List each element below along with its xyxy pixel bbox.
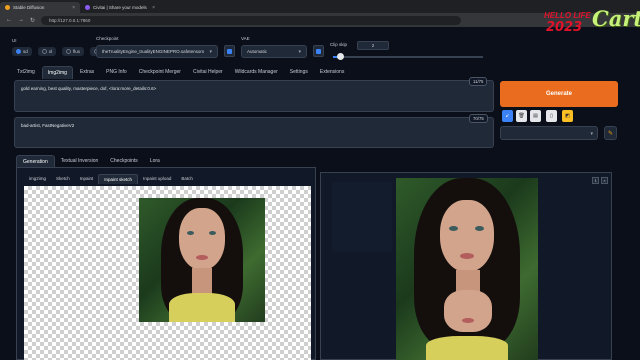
url-field[interactable]: http://127.0.0.1:7860	[41, 15, 462, 25]
chevron-down-icon: ▾	[298, 48, 301, 55]
styles-select[interactable]: ▾	[500, 126, 598, 140]
imgtab-batch[interactable]: Batch	[176, 174, 198, 184]
clipboard-icon[interactable]: ▤	[530, 110, 541, 122]
vae-label: VAE	[241, 36, 250, 41]
face-shape	[179, 208, 225, 270]
lip-shape	[196, 255, 208, 260]
browser-tab-label: Civitai | Share your models	[93, 5, 147, 10]
inpaint-sketch-canvas[interactable]	[24, 186, 311, 360]
close-icon[interactable]: ×	[601, 177, 608, 184]
eye-shape	[475, 226, 484, 231]
vae-select[interactable]: Automatic ▾	[241, 45, 307, 58]
tab-settings[interactable]: Settings	[285, 66, 313, 79]
close-icon[interactable]: ×	[72, 5, 75, 11]
lip-shape	[462, 318, 474, 323]
refresh-vae-button[interactable]	[313, 45, 324, 57]
back-icon[interactable]: ←	[6, 17, 12, 23]
main-tab-bar: Txt2img Img2img Extras PNG Info Checkpoint M…	[12, 66, 349, 79]
tab-extensions[interactable]: Extensions	[315, 66, 349, 79]
gallery-thumbnail[interactable]	[332, 182, 392, 252]
imgtab-sketch[interactable]: Sketch	[51, 174, 75, 184]
lip-shape	[460, 253, 474, 259]
shirt-shape	[426, 336, 508, 360]
app-favicon-icon	[5, 5, 10, 10]
negative-prompt-textarea[interactable]: bad-artist, FastNegativeV2	[14, 117, 494, 148]
neck-shape	[192, 268, 212, 294]
chevron-down-icon: ▾	[590, 131, 593, 137]
logo-year: 2023	[546, 20, 583, 35]
imgtab-inpaint-upload[interactable]: Inpaint upload	[138, 174, 176, 184]
radio-dot-icon	[41, 49, 47, 54]
prompt-textarea[interactable]: gold earning, best quality, masterpiece,…	[14, 80, 494, 112]
trash-icon[interactable]: 🗑	[516, 110, 527, 122]
source-image	[139, 198, 265, 322]
logo-line1: HELLO LIFE	[544, 11, 591, 20]
output-image[interactable]	[396, 178, 538, 360]
refresh-icon	[227, 48, 232, 54]
eye-shape	[187, 231, 194, 235]
checkpoint-select[interactable]: theTrualityEngine_trualityENGINEPRO.safe…	[96, 45, 218, 58]
slider-knob[interactable]	[337, 53, 344, 60]
radio-dot-icon	[16, 49, 21, 54]
img-mode-tab-bar: img2img Sketch Inpaint Inpaint sketch Inpain…	[24, 174, 198, 184]
extra-networks-icon[interactable]: ◩	[562, 110, 573, 122]
tab-png-info[interactable]: PNG Info	[101, 66, 132, 79]
tab-img2img[interactable]: Img2img	[41, 66, 73, 79]
browser-tab-civitai[interactable]: Civitai | Share your models ×	[80, 2, 160, 13]
radio-label: sd	[23, 49, 28, 54]
neck-shape	[456, 270, 480, 292]
download-icon[interactable]: ⇩	[592, 177, 599, 184]
clip-skip-input[interactable]: 2	[357, 41, 389, 50]
ui-option-sd[interactable]: sd	[12, 47, 32, 56]
civitai-favicon-icon	[85, 5, 90, 10]
tab-civitai-helper[interactable]: Civitai Helper	[188, 66, 228, 79]
prompt-token-counter: 11/75	[469, 77, 488, 86]
ui-option-flux[interactable]: flux	[62, 47, 85, 56]
checkpoint-value: theTrualityEngine_trualityENGINEPRO.safe…	[102, 49, 205, 54]
chevron-down-icon: ▾	[209, 48, 212, 55]
negative-token-counter: 70/75	[469, 114, 488, 123]
clip-skip-label: Clip skip	[330, 42, 348, 47]
eye-shape	[209, 231, 216, 235]
gallery-controls: ⇩ ×	[592, 177, 608, 184]
duplicate-face-shape	[444, 290, 492, 332]
radio-dot-icon	[66, 49, 72, 54]
close-icon[interactable]: ×	[152, 5, 155, 11]
browser-tab-stable-diffusion[interactable]: Stable Diffusion ×	[0, 2, 80, 13]
shirt-shape	[169, 293, 235, 322]
clip-skip-slider[interactable]	[333, 53, 483, 60]
reload-icon[interactable]: ↻	[30, 17, 35, 24]
checkpoint-label: Checkpoint	[96, 36, 119, 41]
paintbrush-icon[interactable]: ✎	[604, 126, 617, 140]
forward-icon[interactable]: →	[18, 17, 24, 23]
ui-radio-group: sd xl flux all	[12, 47, 110, 56]
paste-icon[interactable]: ↙	[502, 110, 513, 122]
refresh-icon	[316, 48, 321, 54]
ui-label: UI	[12, 38, 17, 43]
vae-value: Automatic	[247, 49, 268, 54]
ui-option-xl[interactable]: xl	[37, 47, 57, 56]
eye-shape	[449, 226, 458, 231]
face-shape	[440, 200, 494, 272]
radio-label: xl	[48, 49, 53, 54]
imgtab-img2img[interactable]: img2img	[24, 174, 51, 184]
tab-wildcards-manager[interactable]: Wildcards Manager	[230, 66, 283, 79]
tab-txt2img[interactable]: Txt2img	[12, 66, 40, 79]
tab-checkpoint-merger[interactable]: Checkpoint Merger	[134, 66, 186, 79]
imgtab-inpaint-sketch[interactable]: Inpaint sketch	[98, 174, 139, 184]
logo-script: Cartel	[592, 6, 640, 31]
refresh-checkpoint-button[interactable]	[224, 45, 235, 57]
radio-label: flux	[73, 49, 81, 54]
save-style-icon[interactable]: ▯	[546, 110, 557, 122]
browser-tab-label: Stable Diffusion	[13, 5, 45, 10]
tab-extras[interactable]: Extras	[75, 66, 99, 79]
channel-logo: HELLO LIFE 2023 Cartel	[544, 6, 640, 44]
imgtab-inpaint[interactable]: Inpaint	[75, 174, 99, 184]
generate-button[interactable]: Generate	[500, 81, 618, 107]
